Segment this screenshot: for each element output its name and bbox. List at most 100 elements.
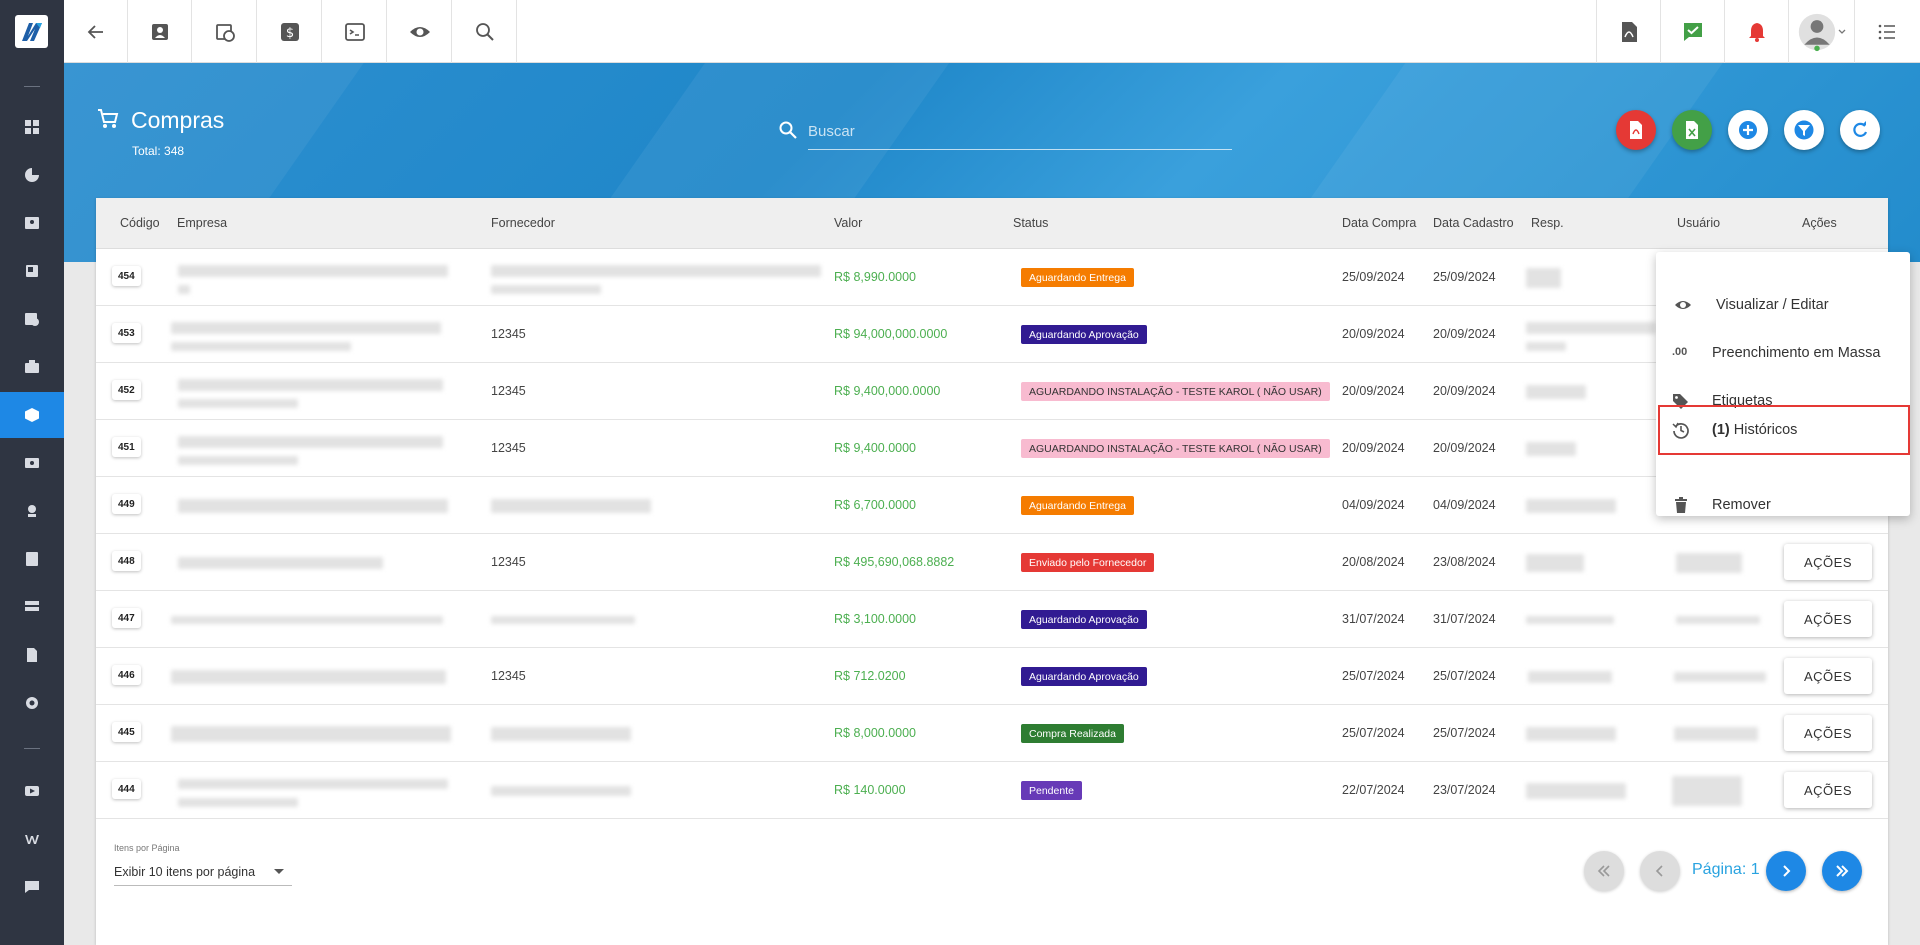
menu-item-mass-fill[interactable]: .00 Preenchimento em Massa bbox=[1656, 331, 1910, 375]
contacts-button[interactable] bbox=[128, 0, 192, 63]
sidebar-item-purchases[interactable] bbox=[0, 392, 64, 438]
sidebar-item-finance[interactable] bbox=[0, 440, 64, 486]
row-actions-button[interactable]: AÇÕES bbox=[1784, 715, 1872, 751]
table-row[interactable]: 446 12345 R$ 712.0200 Aguardando Aprovação 2… bbox=[96, 648, 1888, 705]
redacted-responsible bbox=[1526, 321, 1656, 334]
sidebar-item-catalog[interactable] bbox=[0, 248, 64, 294]
column-header-user[interactable]: Usuário bbox=[1677, 216, 1720, 230]
column-header-status[interactable]: Status bbox=[1013, 216, 1048, 230]
first-page-button[interactable] bbox=[1584, 851, 1624, 891]
redacted-responsible bbox=[1526, 782, 1626, 799]
sidebar-item-videos[interactable] bbox=[0, 768, 64, 814]
next-page-button[interactable] bbox=[1766, 851, 1806, 891]
chevron-right-icon bbox=[1783, 865, 1791, 877]
app-logo[interactable] bbox=[15, 15, 48, 48]
book-icon bbox=[26, 265, 38, 277]
table-row[interactable]: 454 R$ 8,990.0000 Aguardando Entrega 25/09/… bbox=[96, 249, 1888, 306]
sidebar-item-chat[interactable] bbox=[0, 864, 64, 910]
row-code-badge: 454 bbox=[112, 266, 141, 286]
notifications-button[interactable] bbox=[1724, 0, 1788, 63]
double-chevron-left-icon bbox=[1597, 865, 1610, 877]
row-value: R$ 8,000.0000 bbox=[834, 726, 917, 740]
redacted-company bbox=[178, 399, 298, 408]
dollar-icon: $ bbox=[280, 22, 299, 41]
column-header-register-date[interactable]: Data Cadastro bbox=[1433, 216, 1514, 230]
menu-item-history[interactable]: (1) Históricos bbox=[1658, 405, 1910, 455]
messages-button[interactable] bbox=[1660, 0, 1724, 63]
sidebar-item-servers[interactable] bbox=[0, 584, 64, 630]
column-header-supplier[interactable]: Fornecedor bbox=[491, 216, 555, 230]
add-button[interactable] bbox=[1728, 110, 1768, 150]
menu-item-remove[interactable]: Remover bbox=[1656, 483, 1910, 527]
sidebar-item-schedule[interactable] bbox=[0, 296, 64, 342]
schedule-button[interactable] bbox=[193, 0, 257, 63]
table-row[interactable]: 448 12345 R$ 495,690,068.8882 Enviado pelo … bbox=[96, 534, 1888, 591]
table-row[interactable]: 447 R$ 3,100.0000 Aguardando Aprovação 31/0… bbox=[96, 591, 1888, 648]
back-button[interactable] bbox=[64, 0, 128, 63]
terminal-button[interactable] bbox=[323, 0, 387, 63]
search-input[interactable] bbox=[808, 114, 1232, 150]
history-count: (1) bbox=[1712, 422, 1730, 438]
table-row[interactable]: 452 12345 R$ 9,400,000.0000 AGUARDANDO INST… bbox=[96, 363, 1888, 420]
sidebar-item-wiki[interactable] bbox=[0, 816, 64, 862]
sidebar-item-documents[interactable] bbox=[0, 536, 64, 582]
pdf-report-button[interactable] bbox=[1596, 0, 1660, 63]
row-register-date: 23/08/2024 bbox=[1433, 555, 1496, 569]
row-register-date: 20/09/2024 bbox=[1433, 327, 1496, 341]
sidebar-item-contacts[interactable] bbox=[0, 200, 64, 246]
column-header-responsible[interactable]: Resp. bbox=[1531, 216, 1564, 230]
filter-button[interactable] bbox=[1784, 110, 1824, 150]
row-actions-button[interactable]: AÇÕES bbox=[1784, 544, 1872, 580]
finance-button[interactable]: $ bbox=[258, 0, 322, 63]
export-excel-button[interactable] bbox=[1672, 110, 1712, 150]
status-badge: Aguardando Aprovação bbox=[1021, 610, 1147, 629]
row-supplier: 12345 bbox=[491, 441, 526, 455]
menu-button[interactable] bbox=[1854, 0, 1918, 63]
user-menu[interactable] bbox=[1788, 0, 1854, 63]
column-header-purchase-date[interactable]: Data Compra bbox=[1342, 216, 1416, 230]
row-register-date: 31/07/2024 bbox=[1433, 612, 1496, 626]
redacted-responsible bbox=[1526, 615, 1614, 624]
redacted-company bbox=[178, 778, 448, 789]
table-row[interactable]: 444 R$ 140.0000 Pendente 22/07/2024 23/07/20… bbox=[96, 762, 1888, 819]
redacted-responsible bbox=[1526, 384, 1586, 399]
refresh-button[interactable] bbox=[1840, 110, 1880, 150]
sidebar-divider bbox=[24, 748, 40, 749]
table-row[interactable]: 451 12345 R$ 9,400.0000 AGUARDANDO INSTALAÇ… bbox=[96, 420, 1888, 477]
row-actions-button[interactable]: AÇÕES bbox=[1784, 601, 1872, 637]
sidebar-item-settings[interactable] bbox=[0, 680, 64, 726]
menu-item-view-edit[interactable]: Visualizar / Editar bbox=[1656, 283, 1910, 327]
column-header-value[interactable]: Valor bbox=[834, 216, 862, 230]
row-register-date: 23/07/2024 bbox=[1433, 783, 1496, 797]
status-badge: Enviado pelo Fornecedor bbox=[1021, 553, 1155, 572]
redacted-responsible bbox=[1526, 441, 1576, 456]
status-badge: AGUARDANDO INSTALAÇÃO - TESTE KAROL ( NÃ… bbox=[1021, 382, 1330, 401]
sidebar-item-locations[interactable] bbox=[0, 488, 64, 534]
sidebar-item-reports[interactable] bbox=[0, 152, 64, 198]
export-pdf-button[interactable] bbox=[1616, 110, 1656, 150]
column-header-code[interactable]: Código bbox=[120, 216, 160, 230]
redacted-company bbox=[178, 285, 190, 294]
row-actions-button[interactable]: AÇÕES bbox=[1784, 658, 1872, 694]
table-row[interactable]: 449 R$ 6,700.0000 Aguardando Entrega 04/09/… bbox=[96, 477, 1888, 534]
redacted-supplier bbox=[491, 615, 635, 624]
row-actions-button[interactable]: AÇÕES bbox=[1784, 772, 1872, 808]
top-toolbar: $ bbox=[64, 0, 1920, 63]
sidebar-item-work[interactable] bbox=[0, 344, 64, 390]
row-code-badge: 446 bbox=[112, 665, 141, 685]
per-page-select[interactable]: Exibir 10 itens por página bbox=[114, 858, 292, 886]
column-header-company[interactable]: Empresa bbox=[177, 216, 227, 230]
table-row[interactable]: 445 R$ 8,000.0000 Compra Realizada 25/07/20… bbox=[96, 705, 1888, 762]
row-code-badge: 452 bbox=[112, 380, 141, 400]
sidebar-item-files[interactable] bbox=[0, 632, 64, 678]
redacted-user bbox=[1674, 726, 1758, 741]
search-icon bbox=[475, 22, 494, 41]
prev-page-button[interactable] bbox=[1640, 851, 1680, 891]
last-page-button[interactable] bbox=[1822, 851, 1862, 891]
view-button[interactable] bbox=[388, 0, 452, 63]
search-button[interactable] bbox=[453, 0, 517, 63]
sidebar-item-dashboard[interactable] bbox=[0, 104, 64, 150]
table-row[interactable]: 453 12345 R$ 94,000,000.0000 Aguardando Apr… bbox=[96, 306, 1888, 363]
row-value: R$ 6,700.0000 bbox=[834, 498, 917, 512]
redacted-responsible bbox=[1526, 726, 1616, 741]
